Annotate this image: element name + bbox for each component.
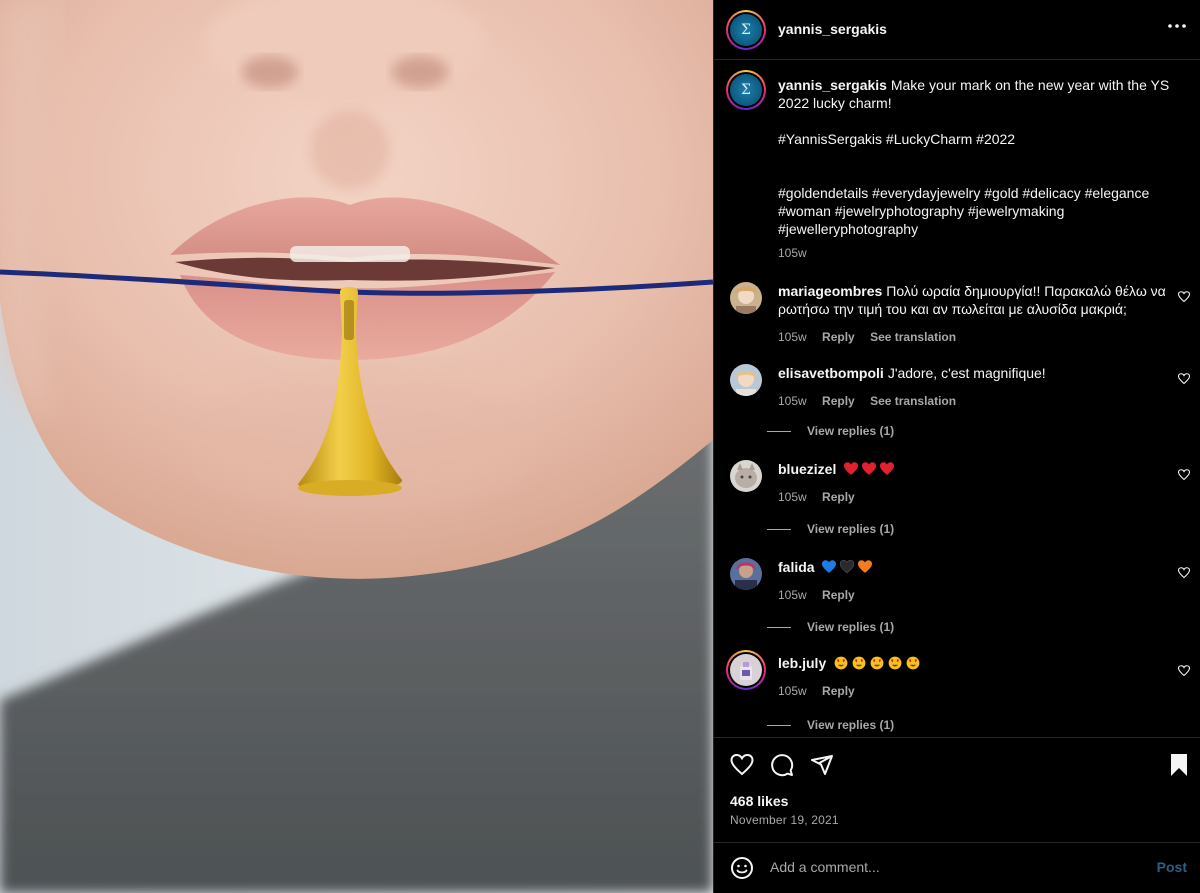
post-header: Σ yannis_sergakis	[714, 0, 1200, 60]
caption-timestamp[interactable]: 105w	[778, 246, 807, 260]
comment-body: leb.july 105w Reply	[778, 654, 1168, 700]
likes-count[interactable]: 468 likes	[730, 793, 788, 809]
red-heart-icon	[880, 462, 895, 475]
view-replies-button[interactable]: View replies (1)	[767, 620, 894, 634]
commenter-avatar-image	[730, 654, 762, 686]
post-side-panel: Σ yannis_sergakis Σ yannis_sergakis Make…	[713, 0, 1200, 893]
author-avatar-glyph: Σ	[730, 14, 762, 46]
red-heart-icon	[844, 462, 859, 475]
comment-timestamp[interactable]: 105w	[778, 490, 807, 504]
comment-like-heart-icon[interactable]	[1177, 468, 1191, 486]
reply-button[interactable]: Reply	[822, 330, 855, 344]
caption-avatar-glyph: Σ	[730, 74, 762, 106]
heart-eyes-icon	[888, 656, 902, 670]
see-translation-button[interactable]: See translation	[870, 330, 956, 344]
share-icon[interactable]	[810, 753, 834, 782]
comment-timestamp[interactable]: 105w	[778, 330, 807, 344]
post-image	[0, 0, 713, 893]
emoji-icon[interactable]	[730, 856, 754, 885]
commenter-avatar[interactable]	[726, 650, 766, 690]
comment-text: J'adore, c'est magnifique!	[887, 365, 1046, 381]
heart-eyes-icon	[870, 656, 884, 670]
view-replies-label: View replies (1)	[807, 620, 895, 634]
heart-icon[interactable]	[730, 753, 754, 782]
heart-eyes-icon	[906, 656, 920, 670]
reply-button[interactable]: Reply	[822, 490, 855, 504]
view-replies-label: View replies (1)	[807, 718, 895, 732]
view-replies-button[interactable]: View replies (1)	[767, 424, 894, 438]
comment-like-heart-icon[interactable]	[1177, 664, 1191, 682]
comment-body: mariageombres Πολύ ωραία δημιουργία!! Παρ…	[778, 282, 1168, 346]
comment-timestamp[interactable]: 105w	[778, 394, 807, 408]
commenter-avatar[interactable]	[730, 282, 762, 314]
caption-username[interactable]: yannis_sergakis	[778, 77, 887, 93]
comment-input[interactable]: Add a comment...	[770, 859, 880, 875]
comment-username[interactable]: leb.july	[778, 655, 826, 671]
more-icon[interactable]	[1167, 16, 1187, 40]
comment-username[interactable]: bluezizel	[778, 461, 836, 477]
post-actions: 468 likes November 19, 2021	[714, 737, 1200, 842]
comments-scroll-area[interactable]: Σ yannis_sergakis Make your mark on the …	[714, 60, 1200, 736]
comment-like-heart-icon[interactable]	[1177, 566, 1191, 584]
caption-author-avatar[interactable]: Σ	[726, 70, 766, 110]
blue-heart-icon	[822, 560, 837, 573]
reply-button[interactable]: Reply	[822, 588, 855, 602]
instagram-post-view: Σ yannis_sergakis Σ yannis_sergakis Make…	[0, 0, 1200, 893]
view-replies-button[interactable]: View replies (1)	[767, 718, 894, 732]
comment-like-heart-icon[interactable]	[1177, 290, 1191, 308]
comment-username[interactable]: mariageombres	[778, 283, 882, 299]
view-replies-line	[767, 724, 791, 726]
view-replies-label: View replies (1)	[807, 522, 895, 536]
author-avatar[interactable]: Σ	[726, 10, 766, 50]
author-username[interactable]: yannis_sergakis	[778, 21, 887, 37]
post-caption: yannis_sergakis Make your mark on the ne…	[778, 76, 1178, 262]
post-date: November 19, 2021	[730, 813, 839, 827]
post-comment-button[interactable]: Post	[1157, 859, 1187, 875]
orange-heart-icon	[858, 560, 873, 573]
see-translation-button[interactable]: See translation	[870, 394, 956, 408]
caption-hashtags-2[interactable]: #goldendetails #everydayjewelry #gold #d…	[778, 184, 1178, 238]
add-comment-bar: Add a comment... Post	[714, 842, 1200, 893]
commenter-avatar[interactable]	[730, 558, 762, 590]
heart-eyes-icon	[834, 656, 848, 670]
comment-icon[interactable]	[770, 753, 794, 782]
view-replies-label: View replies (1)	[807, 424, 895, 438]
reply-button[interactable]: Reply	[822, 394, 855, 408]
comment-username[interactable]: falida	[778, 559, 815, 575]
caption-hashtags-1[interactable]: #YannisSergakis #LuckyCharm #2022	[778, 130, 1178, 148]
view-replies-line	[767, 626, 791, 628]
view-replies-line	[767, 528, 791, 530]
comment-body: falida 105w Reply	[778, 558, 1168, 604]
comment-like-heart-icon[interactable]	[1177, 372, 1191, 390]
commenter-avatar[interactable]	[730, 460, 762, 492]
reply-button[interactable]: Reply	[822, 684, 855, 698]
red-heart-icon	[862, 462, 877, 475]
comment-body: elisavetbompoli J'adore, c'est magnifique…	[778, 364, 1168, 410]
heart-eyes-icon	[852, 656, 866, 670]
view-replies-line	[767, 430, 791, 432]
comment-timestamp[interactable]: 105w	[778, 684, 807, 698]
comment-username[interactable]: elisavetbompoli	[778, 365, 884, 381]
comment-timestamp[interactable]: 105w	[778, 588, 807, 602]
comment-body: bluezizel 105w Reply	[778, 460, 1168, 506]
post-photo	[0, 0, 713, 893]
black-heart-icon	[840, 560, 855, 574]
bookmark-icon[interactable]	[1169, 753, 1189, 782]
view-replies-button[interactable]: View replies (1)	[767, 522, 894, 536]
commenter-avatar[interactable]	[730, 364, 762, 396]
